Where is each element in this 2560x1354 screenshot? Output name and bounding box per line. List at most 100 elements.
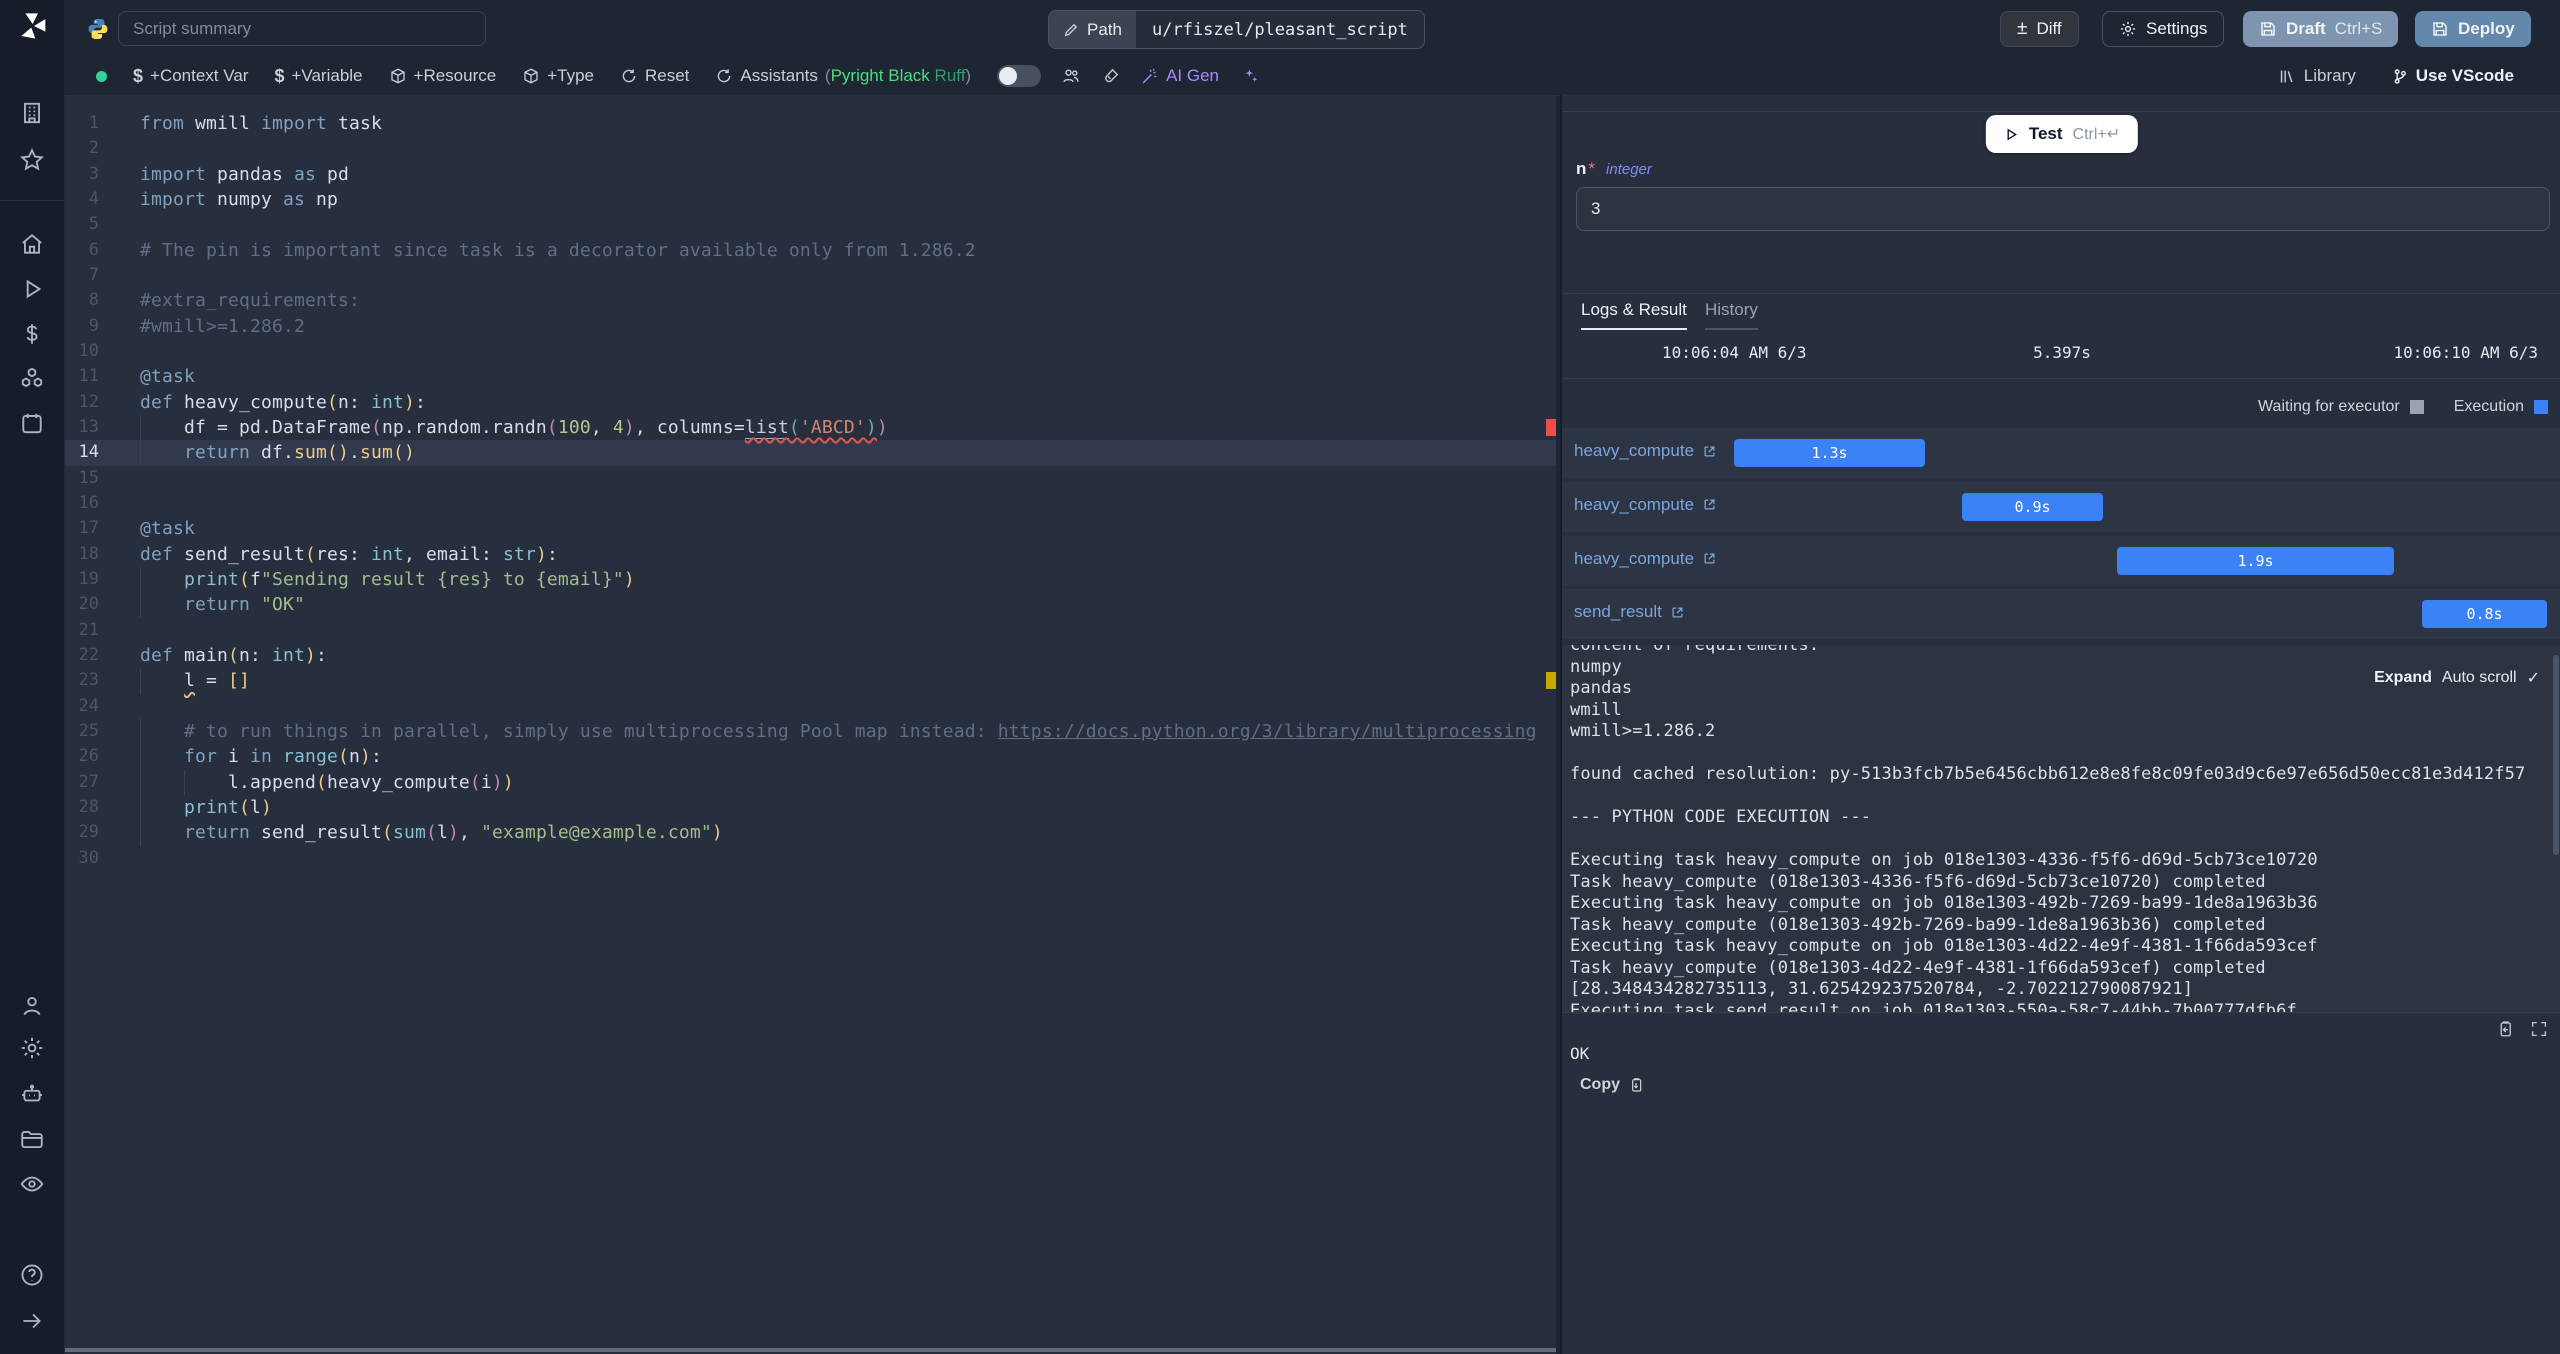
library-icon [2278, 67, 2297, 86]
eye-icon[interactable] [19, 1171, 45, 1197]
argument-label: n * integer [1576, 159, 1652, 178]
sparkles-button[interactable] [1241, 66, 1261, 86]
add-context-var-button[interactable]: $ +Context Var [133, 66, 248, 87]
windmill-logo-icon[interactable] [16, 10, 48, 42]
code-line: @task [140, 366, 195, 388]
autoscroll-label[interactable]: Auto scroll [2442, 669, 2517, 687]
diff-button[interactable]: ± Diff [2000, 11, 2079, 47]
add-variable-button[interactable]: $ +Variable [274, 66, 362, 87]
code-line: for i in range(n): [184, 746, 382, 768]
code-line: return "OK" [184, 594, 305, 616]
add-type-button[interactable]: +Type [522, 66, 594, 86]
execution-bar: 0.9s [1962, 492, 2103, 521]
windmill-script-editor: Path u/rfiszel/pleasant_script ± Diff Se… [0, 0, 2560, 1354]
script-summary-input[interactable] [118, 11, 486, 46]
gear-icon[interactable] [19, 1035, 45, 1061]
copy-result-button[interactable]: Copy [1580, 1076, 1644, 1094]
test-button[interactable]: Test Ctrl+↵ [1985, 115, 2139, 153]
cubes-icon[interactable] [19, 365, 45, 391]
add-resource-button[interactable]: +Resource [389, 66, 496, 86]
line-number: 14 [78, 442, 99, 463]
line-number: 15 [78, 467, 99, 488]
timeline-row: heavy_compute 0.9s [1562, 481, 2560, 532]
use-vscode-button[interactable]: Use VScode [2390, 66, 2514, 86]
settings-button[interactable]: Settings [2102, 11, 2225, 47]
divider [1562, 111, 2560, 112]
vim-mode-toggle[interactable] [997, 65, 1042, 87]
help-icon[interactable] [19, 1262, 45, 1288]
refresh-icon [715, 67, 733, 85]
execution-color-swatch [2534, 400, 2548, 414]
code-line: l = [] [184, 670, 250, 692]
folder-icon[interactable] [19, 1126, 45, 1152]
tab-history[interactable]: History [1705, 300, 1758, 330]
collaborators-button[interactable] [1061, 66, 1081, 86]
external-link-icon [1702, 444, 1717, 459]
building-icon[interactable] [19, 100, 45, 126]
arrow-right-icon[interactable] [19, 1308, 45, 1334]
legend-waiting-label: Waiting for executor [2258, 398, 2400, 415]
draft-button[interactable]: Draft Ctrl+S [2243, 11, 2399, 47]
status-dot [96, 70, 107, 82]
person-icon[interactable] [19, 993, 45, 1019]
package-icon [522, 67, 540, 85]
horizontal-scrollbar[interactable] [65, 1348, 1556, 1352]
code-line: l.append(heavy_compute(i)) [140, 771, 514, 793]
task-link[interactable]: heavy_compute [1574, 549, 1717, 569]
line-number: 6 [88, 239, 99, 260]
sparkles-icon [1241, 66, 1261, 86]
task-link[interactable]: send_result [1574, 602, 1685, 622]
play-icon [2004, 127, 2019, 142]
path-chip[interactable]: Path u/rfiszel/pleasant_script [1048, 10, 1425, 49]
copy-result-icon[interactable] [2496, 1020, 2514, 1038]
code-line: #extra_requirements: [140, 290, 360, 312]
result-value: OK [1570, 1044, 1590, 1063]
line-number: 19 [78, 568, 99, 589]
gear-icon [2119, 20, 2137, 38]
line-number: 7 [88, 264, 99, 285]
code-line: print(f"Sending result {res} to {email}"… [184, 568, 635, 590]
execution-bar: 1.9s [2117, 546, 2394, 575]
line-number: 20 [78, 594, 99, 615]
people-icon [1061, 66, 1081, 86]
tab-logs-result[interactable]: Logs & Result [1581, 300, 1687, 330]
editor-toolbar: $ +Context Var $ +Variable +Resource +Ty… [64, 57, 2560, 96]
calendar-icon[interactable] [19, 410, 45, 436]
robot-icon[interactable] [19, 1081, 45, 1107]
task-link[interactable]: heavy_compute [1574, 495, 1717, 515]
line-number: 26 [78, 746, 99, 767]
ai-gen-button[interactable]: AI Gen [1140, 66, 1219, 86]
library-button[interactable]: Library [2278, 66, 2356, 86]
run-end-time: 10:06:10 AM 6/3 [2393, 343, 2539, 362]
legend-execution-label: Execution [2453, 398, 2524, 415]
code-line: def heavy_compute(n: int): [140, 391, 426, 413]
deploy-button[interactable]: Deploy [2415, 11, 2531, 47]
home-icon[interactable] [19, 231, 45, 257]
task-link[interactable]: heavy_compute [1574, 441, 1717, 461]
reset-button[interactable]: Reset [620, 66, 689, 86]
star-icon[interactable] [19, 147, 45, 173]
overview-marker [1546, 672, 1556, 690]
format-brush-button[interactable] [1101, 67, 1120, 86]
path-value: u/rfiszel/pleasant_script [1135, 11, 1424, 48]
timeline-row: heavy_compute 1.9s [1562, 535, 2560, 586]
timeline-row: heavy_compute 1.3s [1562, 428, 2560, 478]
play-icon[interactable] [19, 276, 45, 302]
line-number: 29 [78, 822, 99, 843]
dollar-icon[interactable] [19, 321, 45, 347]
line-number: 17 [78, 518, 99, 539]
log-scrollbar[interactable] [2553, 655, 2559, 855]
line-number: 1 [88, 113, 99, 133]
topbar: Path u/rfiszel/pleasant_script ± Diff Se… [64, 0, 2560, 57]
fullscreen-icon[interactable] [2530, 1020, 2548, 1038]
code-line: # to run things in parallel, simply use … [184, 720, 1537, 742]
line-number: 10 [78, 340, 99, 361]
log-output[interactable]: content of requirements: numpy pandas wm… [1562, 645, 2560, 1012]
argument-n-input[interactable] [1576, 187, 2550, 231]
code-editor[interactable]: 1 from wmill import task 2 3 import pandas a… [65, 95, 1556, 1354]
save-icon [2431, 20, 2449, 38]
assistants-button[interactable]: Assistants (Pyright Black Ruff) [715, 66, 971, 86]
code-line: return df.sum().sum() [184, 442, 415, 464]
expand-button[interactable]: Expand [2374, 669, 2432, 687]
magic-wand-icon [1140, 67, 1159, 86]
